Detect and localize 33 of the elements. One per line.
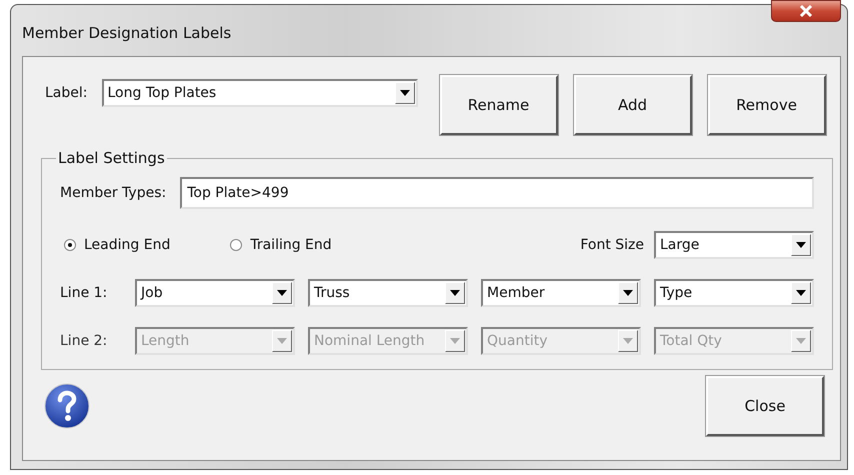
line-field-dropdown[interactable]: Truss [308, 279, 468, 307]
label-caption: Label: [45, 85, 88, 101]
caret-icon [450, 338, 460, 344]
action-button[interactable]: Remove [708, 75, 826, 135]
close-icon [799, 5, 813, 17]
font-size-caption: Font Size [580, 237, 644, 253]
caret-icon [623, 290, 633, 296]
caret-icon [796, 242, 806, 248]
member-types-field[interactable]: Top Plate>499 [180, 177, 814, 209]
help-icon[interactable] [43, 382, 91, 430]
caret-icon [277, 290, 287, 296]
caret-icon [450, 290, 460, 296]
radio-option[interactable]: Trailing End [230, 237, 332, 253]
label-dropdown[interactable]: Long Top Plates [102, 79, 418, 107]
caret-icon [277, 338, 287, 344]
action-button[interactable]: Rename [440, 75, 558, 135]
member-types-caption: Member Types: [60, 185, 166, 201]
caret-icon [400, 90, 410, 96]
caret-icon [623, 338, 633, 344]
radio-option[interactable]: Leading End [64, 237, 170, 253]
line-caption: Line 1: [60, 285, 108, 301]
caret-icon [796, 290, 806, 296]
line-field-dropdown[interactable]: Job [135, 279, 295, 307]
font-size-dropdown[interactable]: Large [654, 231, 814, 259]
line-field-dropdown[interactable]: Member [481, 279, 641, 307]
close-button[interactable]: Close [706, 376, 824, 436]
close-window-button[interactable] [771, 0, 841, 22]
action-button[interactable]: Add [574, 75, 692, 135]
caret-icon [796, 338, 806, 344]
window-title: Member Designation Labels [22, 24, 232, 42]
group-title: Label Settings [57, 149, 166, 167]
line-field-dropdown[interactable]: Type [654, 279, 814, 307]
line-caption: Line 2: [60, 333, 108, 349]
